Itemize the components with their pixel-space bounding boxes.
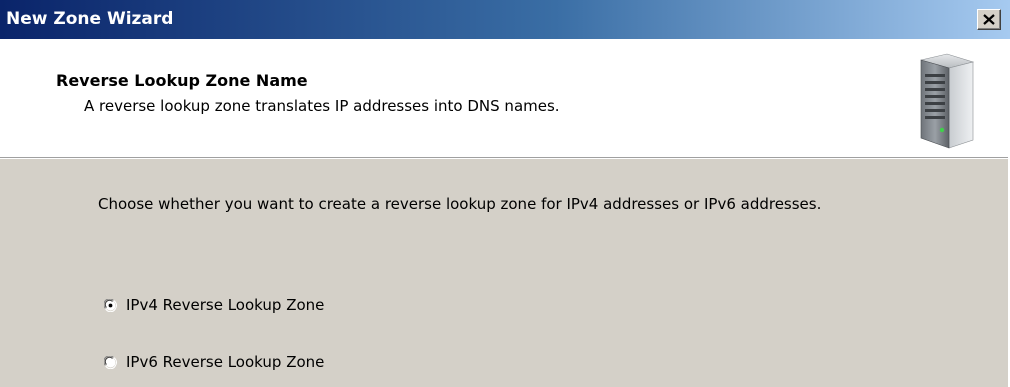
ipv4-reverse-lookup-label[interactable]: IPv4 Reverse Lookup Zone xyxy=(126,296,324,314)
page-subtitle: A reverse lookup zone translates IP addr… xyxy=(84,97,560,115)
wizard-header: Reverse Lookup Zone Name A reverse looku… xyxy=(0,39,1010,157)
title-bar[interactable]: New Zone Wizard xyxy=(0,0,1010,39)
close-button[interactable] xyxy=(977,9,1001,30)
ipv6-reverse-lookup-option[interactable]: IPv6 Reverse Lookup Zone xyxy=(104,353,324,371)
radio-unselected-icon[interactable] xyxy=(104,355,117,369)
ipv4-reverse-lookup-option[interactable]: IPv4 Reverse Lookup Zone xyxy=(104,296,324,314)
radio-selected-icon[interactable] xyxy=(104,298,117,312)
instructions-text: Choose whether you want to create a reve… xyxy=(98,195,822,213)
close-icon xyxy=(983,14,995,25)
server-icon xyxy=(920,53,975,149)
new-zone-wizard-window: New Zone Wizard Reverse Lookup Zone Name… xyxy=(0,0,1010,387)
ipv6-reverse-lookup-label[interactable]: IPv6 Reverse Lookup Zone xyxy=(126,353,324,371)
page-title: Reverse Lookup Zone Name xyxy=(56,71,308,90)
wizard-body: Choose whether you want to create a reve… xyxy=(0,159,1010,387)
window-title: New Zone Wizard xyxy=(6,9,174,29)
